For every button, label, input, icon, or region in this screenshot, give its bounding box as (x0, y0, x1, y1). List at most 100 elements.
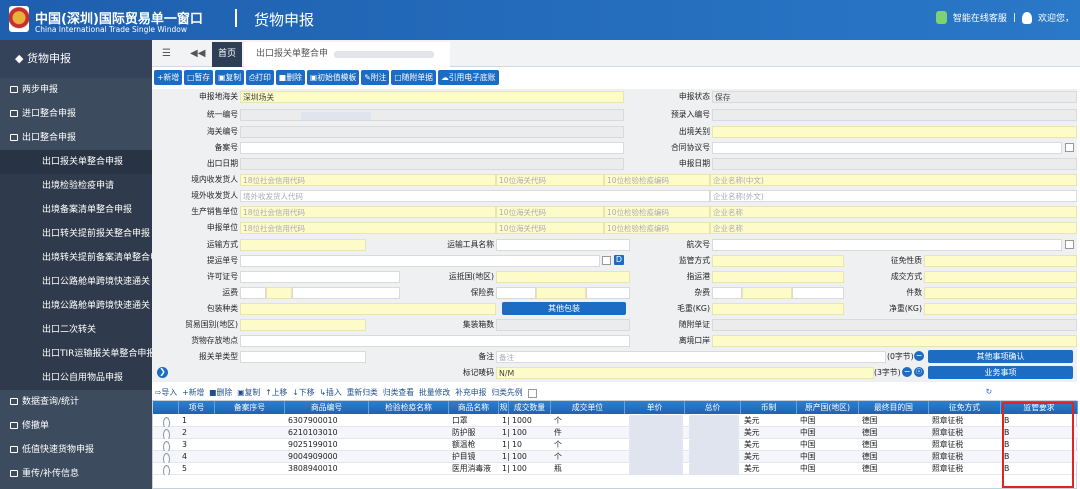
misc-currency-field[interactable] (792, 287, 844, 299)
sidebar-sub-item[interactable]: 出境转关提前备案清单整合申报 (0, 246, 152, 270)
business-items-button[interactable]: 业务事项 (928, 366, 1073, 379)
freight-currency-field[interactable] (292, 287, 400, 299)
consignee-credit-field[interactable]: 18位社会信用代码 (240, 174, 496, 186)
voyage-checkbox[interactable] (1065, 240, 1074, 249)
note-button[interactable]: ✎附注 (361, 70, 390, 85)
sidebar-item-resend[interactable]: 重传/补传信息 (0, 462, 152, 486)
overseas-name-field[interactable]: 企业名称(外文) (710, 190, 1077, 202)
print-button[interactable]: ⎙打印 (246, 70, 274, 85)
sidebar-sub-item[interactable]: 出口公自用物品申报 (0, 366, 152, 390)
freight-mark-field[interactable] (240, 287, 266, 299)
row-radio-cell[interactable] (163, 439, 173, 451)
mark-target-icon[interactable]: ☉ (914, 367, 924, 377)
sidebar-item-query[interactable]: 数据查询/统计 (0, 390, 152, 414)
freight-rate-field[interactable] (266, 287, 292, 299)
dest-country-field[interactable] (496, 271, 630, 283)
table-row[interactable]: 5 3808940010 医用消毒液 1|1100 瓶 美元 中国 德国 照章征税 B (153, 463, 1078, 475)
add-button[interactable]: +新增 (154, 70, 183, 85)
e-account-button[interactable]: ☁引用电子底账 (437, 70, 499, 85)
insurance-rate-field[interactable] (536, 287, 586, 299)
import-button[interactable]: ⇨导入 (155, 387, 177, 400)
precedent-checkbox[interactable] (527, 389, 537, 398)
sidebar-item-import[interactable]: 进口整合申报 (0, 102, 152, 126)
consignee-ciq-field[interactable]: 10位检验检疫编码 (604, 174, 710, 186)
dest-port-field[interactable] (712, 271, 844, 283)
save-draft-button[interactable]: □暂存 (184, 70, 214, 85)
classify-view-button[interactable]: 归类查看 (383, 387, 414, 400)
bl-checkbox[interactable] (602, 256, 611, 265)
voyage-no-field[interactable] (712, 239, 1062, 251)
row-radio-cell[interactable] (163, 415, 173, 427)
net-weight-field[interactable] (924, 303, 1077, 315)
bl-lookup-icon[interactable]: D (614, 255, 624, 265)
sidebar-item-low-value[interactable]: 低值快速货物申报 (0, 438, 152, 462)
misc-mark-field[interactable] (712, 287, 742, 299)
supervision-mode-field[interactable] (712, 255, 844, 267)
sidebar-sub-item[interactable]: 出口TIR运输报关单整合申报 (0, 342, 152, 366)
row-radio-cell[interactable] (163, 427, 173, 439)
tab-home[interactable]: 首页 (212, 42, 242, 67)
grid-copy-button[interactable]: ▣复制 (237, 387, 260, 400)
table-row[interactable]: 1 6307900010 口罩 1|01000 个 美元 中国 德国 照章征税 B (153, 415, 1078, 427)
other-confirm-button[interactable]: 其他事项确认 (928, 350, 1073, 363)
consignee-customs-field[interactable]: 10位海关代码 (496, 174, 604, 186)
producer-credit-field[interactable]: 18位社会信用代码 (240, 206, 496, 218)
tab-export-declaration[interactable]: 出口报关单整合申 (244, 42, 450, 67)
trade-terms-field[interactable] (924, 271, 1077, 283)
sidebar-sub-item[interactable]: 出口报关单整合申报 (0, 150, 152, 174)
sidebar-sub-item[interactable]: 出境备案清单整合申报 (0, 198, 152, 222)
sidebar-sub-item[interactable]: 出口二次转关 (0, 318, 152, 342)
delete-button[interactable]: ■删除 (275, 70, 305, 85)
row-radio-cell[interactable] (163, 463, 173, 475)
row-select-radio[interactable] (163, 453, 170, 463)
sidebar-sub-item[interactable]: 出境检验检疫申请 (0, 174, 152, 198)
remark-remove-icon[interactable]: − (914, 351, 924, 361)
bl-no-field[interactable] (240, 255, 600, 267)
pieces-field[interactable] (924, 287, 1077, 299)
online-service-link[interactable]: 智能在线客服 (953, 11, 1007, 24)
menu-icon[interactable]: ☰ (162, 48, 171, 59)
mark-remove-icon[interactable]: − (902, 367, 912, 377)
license-no-field[interactable] (240, 271, 400, 283)
contract-no-field[interactable] (712, 142, 1062, 154)
other-package-button[interactable]: 其他包装 (502, 302, 626, 315)
record-no-field[interactable] (240, 142, 624, 154)
sidebar-item-export[interactable]: 出口整合申报 (0, 126, 152, 150)
declare-customs-field[interactable]: 深圳场关 (240, 91, 624, 103)
row-select-radio[interactable] (163, 429, 170, 439)
row-radio-cell[interactable] (163, 451, 173, 463)
storage-place-field[interactable] (240, 335, 630, 347)
insurance-currency-field[interactable] (586, 287, 630, 299)
reclassify-button[interactable]: 重新归类 (347, 387, 378, 400)
row-select-radio[interactable] (163, 465, 170, 475)
sidebar-sub-item[interactable]: 出境公路舱单跨境快速通关 (0, 294, 152, 318)
misc-rate-field[interactable] (742, 287, 792, 299)
next-arrow-icon[interactable]: ❯ (157, 367, 168, 378)
insert-button[interactable]: ↳插入 (320, 387, 342, 400)
vehicle-name-field[interactable] (496, 239, 630, 251)
gross-weight-field[interactable] (712, 303, 844, 315)
grid-add-button[interactable]: +新增 (182, 387, 204, 400)
copy-button[interactable]: ▣复制 (215, 70, 245, 85)
sidebar-sub-item[interactable]: 出口转关提前报关整合申报 (0, 222, 152, 246)
supplement-button[interactable]: 补充申报 (455, 387, 486, 400)
sidebar-sub-item[interactable]: 出口公路舱单跨境快速通关 (0, 270, 152, 294)
mark-field[interactable]: N/M (496, 367, 874, 379)
table-row[interactable]: 4 9004909000 护目镜 1|1100 个 美元 中国 德国 照章征税 B (153, 451, 1078, 463)
table-row[interactable]: 3 9025199010 额温枪 1|110 个 美元 中国 德国 照章征税 B (153, 439, 1078, 451)
producer-customs-field[interactable]: 10位海关代码 (496, 206, 604, 218)
template-button[interactable]: ▣初始值模板 (306, 70, 360, 85)
trade-country-field[interactable] (240, 319, 366, 331)
decl-type-field[interactable] (240, 351, 366, 363)
contract-checkbox[interactable] (1065, 143, 1074, 152)
overseas-code-field[interactable]: 境外收发货人代码 (240, 190, 710, 202)
tab-prev-icon[interactable]: ◀◀ (190, 48, 205, 59)
exit-port-field-2[interactable] (712, 335, 1077, 347)
package-type-field[interactable] (240, 303, 496, 315)
agent-customs-field[interactable]: 10位海关代码 (496, 222, 604, 234)
agent-credit-field[interactable]: 18位社会信用代码 (240, 222, 496, 234)
sidebar-item-two-step[interactable]: 两步申报 (0, 78, 152, 102)
agent-ciq-field[interactable]: 10位检验检疫编码 (604, 222, 710, 234)
producer-name-field[interactable]: 企业名称 (710, 206, 1077, 218)
row-select-radio[interactable] (163, 417, 170, 427)
